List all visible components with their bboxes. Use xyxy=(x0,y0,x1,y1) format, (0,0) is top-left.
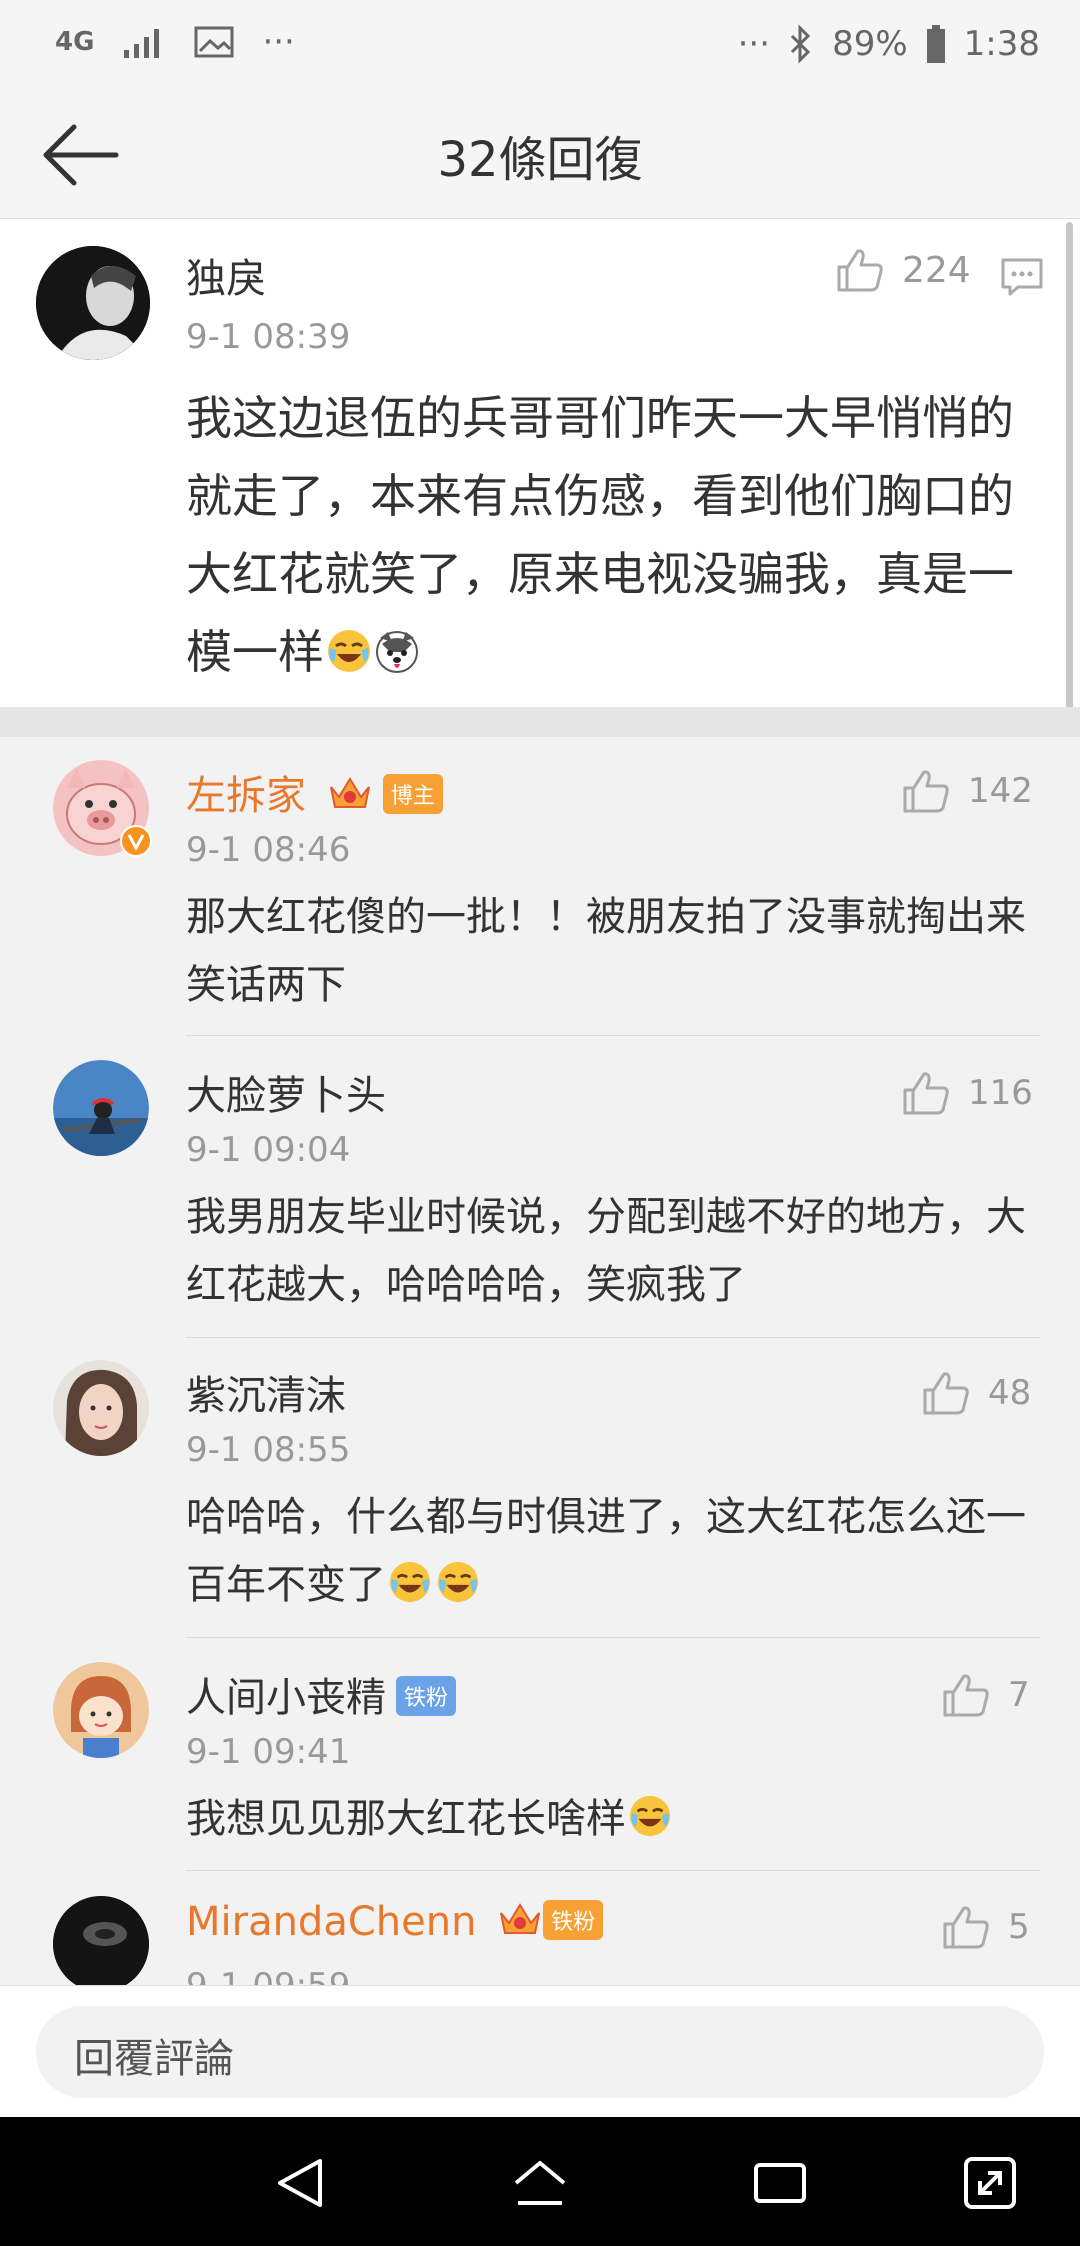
scrollbar[interactable] xyxy=(1066,222,1073,727)
battery-percent: 89% xyxy=(832,24,908,64)
like-count: 224 xyxy=(902,249,971,291)
laugh-cry-emoji-icon xyxy=(388,1557,434,1603)
like-button[interactable]: 224 xyxy=(836,247,971,293)
timestamp: 9-1 08:55 xyxy=(186,1430,351,1470)
crown-member-icon xyxy=(329,777,370,808)
more-notifications: ··· xyxy=(262,22,295,62)
thumbs-up-icon xyxy=(943,1674,989,1717)
page-title: 32條回復 xyxy=(437,132,643,188)
username[interactable]: 独戾 xyxy=(186,246,266,304)
username[interactable]: 人间小丧精 铁粉 xyxy=(186,1665,457,1723)
crown-member-icon xyxy=(500,1903,541,1934)
comment-text: 哈哈哈，什么都与时俱进了，这大红花怎么还一百年不变了 xyxy=(186,1494,1026,1608)
husky-emoji-icon xyxy=(374,619,420,673)
image-icon xyxy=(194,26,234,58)
battery-icon xyxy=(926,25,945,63)
divider xyxy=(186,1870,1040,1871)
like-count: 116 xyxy=(968,1073,1033,1113)
thumbs-up-icon xyxy=(923,1372,969,1415)
more-status: ··· xyxy=(737,24,771,64)
avatar[interactable] xyxy=(53,1060,149,1156)
laugh-cry-emoji-icon xyxy=(436,1557,482,1603)
section-separator xyxy=(0,707,1080,737)
recent-apps-icon[interactable] xyxy=(750,2153,810,2213)
like-button[interactable]: 142 xyxy=(902,768,1033,814)
username[interactable]: 紫沉清沫 xyxy=(186,1363,346,1421)
clock: 1:38 xyxy=(963,24,1040,64)
blogger-badge: 博主 xyxy=(382,774,443,814)
thumbs-up-icon xyxy=(837,249,883,292)
system-nav-bar xyxy=(0,2117,1080,2246)
home-icon[interactable] xyxy=(510,2153,570,2213)
avatar[interactable] xyxy=(53,1662,149,1758)
comment-text: 我这边退伍的兵哥哥们昨天一大早悄悄的就走了，本来有点伤感，看到他们胸口的大红花就… xyxy=(186,391,1014,679)
laugh-cry-emoji-icon xyxy=(628,1791,674,1837)
timestamp: 9-1 09:04 xyxy=(186,1130,351,1170)
fan-badge: 铁粉 xyxy=(396,1676,457,1716)
like-button[interactable]: 5 xyxy=(942,1904,1030,1950)
thumbs-up-icon xyxy=(903,1072,949,1115)
reply-placeholder: 回覆評論 xyxy=(74,2036,234,2082)
thumbs-up-icon xyxy=(903,770,949,813)
like-count: 7 xyxy=(1008,1675,1030,1715)
like-count: 48 xyxy=(988,1373,1032,1413)
main-comment: 独戾 9-1 08:39 224 我这边退伍的兵哥哥们昨天一大早悄悄的就走了，本… xyxy=(0,219,1080,707)
reply-bar: 回覆評論 xyxy=(0,1985,1080,2118)
username[interactable]: MirandaChenn 铁粉 xyxy=(186,1899,604,1945)
comment-icon[interactable] xyxy=(1000,257,1044,297)
like-count: 142 xyxy=(968,771,1033,811)
like-button[interactable]: 7 xyxy=(942,1672,1030,1718)
divider xyxy=(186,1637,1040,1638)
timestamp: 9-1 08:39 xyxy=(186,317,351,357)
timestamp: 9-1 09:41 xyxy=(186,1732,351,1772)
username[interactable]: 大脸萝卜头 xyxy=(186,1063,386,1121)
thumbs-up-icon xyxy=(943,1906,989,1949)
back-triangle-icon[interactable] xyxy=(270,2153,330,2213)
fan-badge: 铁粉 xyxy=(543,1900,604,1940)
avatar[interactable] xyxy=(53,1360,149,1456)
signal-icon xyxy=(124,29,160,58)
laugh-cry-emoji-icon xyxy=(326,619,372,672)
verified-icon xyxy=(120,825,152,857)
timestamp: 9-1 08:46 xyxy=(186,830,351,870)
divider xyxy=(186,1035,1040,1036)
username[interactable]: 左拆家 博主 xyxy=(186,763,443,821)
like-button[interactable]: 116 xyxy=(902,1070,1033,1116)
reply-input[interactable]: 回覆評論 xyxy=(36,2006,1044,2098)
nav-bar: 32條回復 xyxy=(0,90,1080,219)
status-bar: 4G ··· ··· 89% 1:38 xyxy=(0,0,1080,90)
divider xyxy=(186,1337,1040,1338)
bluetooth-icon xyxy=(791,24,811,64)
like-button[interactable]: 48 xyxy=(922,1370,1031,1416)
avatar[interactable] xyxy=(53,1896,149,1992)
expand-icon[interactable] xyxy=(960,2153,1020,2213)
network-type: 4G xyxy=(55,27,95,57)
comment-text: 我男朋友毕业时候说，分配到越不好的地方，大红花越大，哈哈哈哈，笑疯我了 xyxy=(186,1194,1026,1308)
comment-text: 那大红花傻的一批！！被朋友拍了没事就掏出来笑话两下 xyxy=(186,894,1026,1008)
avatar[interactable] xyxy=(36,246,150,360)
like-count: 5 xyxy=(1008,1907,1030,1947)
comment-text: 我想见见那大红花长啥样 xyxy=(186,1785,1036,1853)
